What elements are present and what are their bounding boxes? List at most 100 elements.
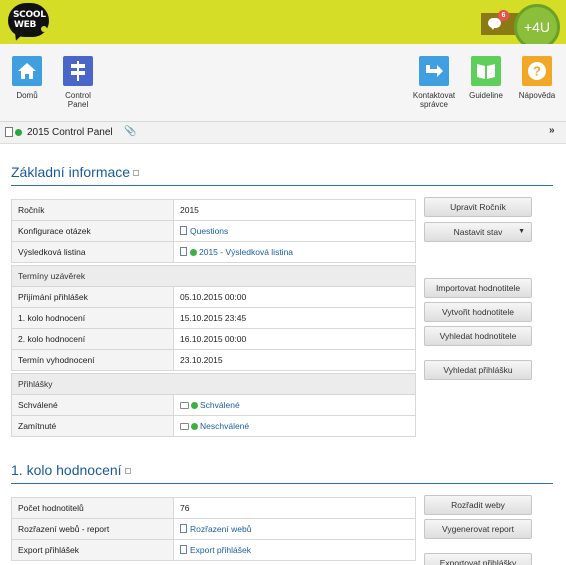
- row-label: Export přihlášek: [11, 539, 174, 561]
- table-row: Konfigurace otázek Questions: [11, 220, 416, 242]
- edit-year-button[interactable]: Upravit Ročník: [424, 197, 532, 217]
- basic-info-table: Ročník 2015 Konfigurace otázek Questions…: [11, 199, 416, 263]
- scoolweb-logo[interactable]: SCOOL WEB: [8, 3, 49, 43]
- toolbar-control-panel-label: Control Panel: [65, 91, 91, 109]
- row-value: 23.10.2015: [173, 349, 416, 371]
- section-round1-title: 1. kolo hodnocení: [11, 462, 131, 478]
- status-green-icon: [191, 423, 198, 430]
- row-value: 76: [173, 497, 416, 519]
- document-icon: [180, 247, 187, 256]
- status-green-icon: [190, 249, 197, 256]
- toolbar-help-label: Nápověda: [518, 91, 556, 100]
- import-evaluators-button[interactable]: Importovat hodnotitele: [424, 278, 532, 298]
- rejected-link[interactable]: Neschválené: [200, 421, 249, 431]
- section-divider: [11, 483, 553, 484]
- row-label: Schválené: [11, 394, 174, 416]
- page-title: 2015 Control Panel: [27, 127, 113, 138]
- section-divider: [11, 185, 553, 186]
- table-row: Ročník 2015: [11, 199, 416, 221]
- toolbar: Domů Control Panel Kontaktovat správce G…: [0, 44, 566, 122]
- toolbar-control-panel[interactable]: Control Panel: [48, 56, 108, 109]
- toolbar-help[interactable]: ? Nápověda: [507, 56, 566, 100]
- set-state-label: Nastavit stav: [453, 227, 503, 237]
- toolbar-contact-admin[interactable]: Kontaktovat správce: [404, 56, 464, 109]
- table-row: 2. kolo hodnocení 16.10.2015 00:00: [11, 328, 416, 350]
- logo-text-line1: SCOOL: [13, 10, 46, 20]
- table-row: Rozřazení webů - report Rozřazení webů: [11, 518, 416, 540]
- group-label: Přihlášky: [11, 373, 416, 395]
- row-label: Ročník: [11, 199, 174, 221]
- applications-table: Přihlášky Schválené Schválené Zamítnuté …: [11, 373, 416, 437]
- status-green-icon: [15, 129, 22, 136]
- results-list-link[interactable]: 2015 - Výsledková listina: [199, 247, 293, 257]
- row-label: Zamítnuté: [11, 415, 174, 437]
- set-state-button[interactable]: Nastavit stav ▼: [424, 222, 532, 242]
- export-applications-link[interactable]: Export přihlášek: [190, 545, 251, 555]
- question-icon: ?: [522, 56, 552, 86]
- row-value: 16.10.2015 00:00: [173, 328, 416, 350]
- table-row: Zamítnuté Neschválené: [11, 415, 416, 437]
- home-icon: [12, 56, 42, 86]
- group-label: Termíny uzávěrek: [11, 265, 416, 287]
- signpost-icon: [63, 56, 93, 86]
- section-basic-info-title-text: Základní informace: [11, 164, 131, 180]
- arrow-right-icon: [419, 56, 449, 86]
- status-green-icon: [191, 402, 198, 409]
- row-label: Přijímání přihlášek: [11, 286, 174, 308]
- document-icon: [5, 127, 13, 137]
- deadlines-table: Termíny uzávěrek Přijímání přihlášek 05.…: [11, 265, 416, 371]
- row-value: 2015 - Výsledková listina: [173, 241, 416, 263]
- section-toggle-icon[interactable]: [124, 468, 131, 475]
- row-label: Počet hodnotitelů: [11, 497, 174, 519]
- row-label: 2. kolo hodnocení: [11, 328, 174, 350]
- round1-table: Počet hodnotitelů 76 Rozřazení webů - re…: [11, 497, 416, 561]
- row-label: Konfigurace otázek: [11, 220, 174, 242]
- export-applications-button[interactable]: Exportovat přihlášky: [424, 553, 532, 565]
- message-count-badge: 6: [498, 10, 509, 21]
- row-value: Schválené: [173, 394, 416, 416]
- chevron-double-down-icon[interactable]: »: [549, 125, 555, 136]
- section-round1-title-text: 1. kolo hodnocení: [11, 462, 122, 478]
- table-row: Počet hodnotitelů 76: [11, 497, 416, 519]
- toolbar-contact-admin-label: Kontaktovat správce: [412, 91, 456, 109]
- table-row: Výsledková listina 2015 - Výsledková lis…: [11, 241, 416, 263]
- document-icon: [180, 545, 187, 554]
- generate-report-button[interactable]: Vygenerovat report: [424, 519, 532, 539]
- row-value: Questions: [173, 220, 416, 242]
- find-application-button[interactable]: Vyhledat přihlášku: [424, 360, 532, 380]
- row-value: Export přihlášek: [173, 539, 416, 561]
- caret-down-icon: ▼: [518, 228, 525, 235]
- find-evaluator-button[interactable]: Vyhledat hodnotitele: [424, 326, 532, 346]
- folder-icon: [180, 423, 189, 430]
- logo-text-line2: WEB: [14, 20, 37, 30]
- document-icon: [180, 226, 187, 235]
- table-group-header: Přihlášky: [11, 373, 416, 395]
- table-group-header: Termíny uzávěrek: [11, 265, 416, 287]
- book-icon: [471, 56, 501, 86]
- top-bar: SCOOL WEB 6 +4U: [0, 0, 566, 50]
- row-label: Rozřazení webů - report: [11, 518, 174, 540]
- web-assignment-link[interactable]: Rozřazení webů: [190, 524, 251, 534]
- logo-dot: [41, 26, 47, 32]
- create-evaluator-button[interactable]: Vytvořit hodnotitele: [424, 302, 532, 322]
- breadcrumb: 2015 Control Panel 📎 »: [0, 122, 566, 144]
- folder-icon: [180, 402, 189, 409]
- document-icon: [180, 524, 187, 533]
- approved-link[interactable]: Schválené: [200, 400, 240, 410]
- row-value: 15.10.2015 23:45: [173, 307, 416, 329]
- svg-text:?: ?: [533, 64, 541, 79]
- assign-webs-button[interactable]: Rozřadit weby: [424, 495, 532, 515]
- paperclip-icon[interactable]: 📎: [124, 126, 136, 137]
- table-row: Schválené Schválené: [11, 394, 416, 416]
- row-value: 05.10.2015 00:00: [173, 286, 416, 308]
- table-row: Export přihlášek Export přihlášek: [11, 539, 416, 561]
- table-row: Termín vyhodnocení 23.10.2015: [11, 349, 416, 371]
- section-toggle-icon[interactable]: [133, 170, 140, 177]
- row-label: Termín vyhodnocení: [11, 349, 174, 371]
- row-value: 2015: [173, 199, 416, 221]
- row-value: Rozřazení webů: [173, 518, 416, 540]
- row-label: 1. kolo hodnocení: [11, 307, 174, 329]
- questions-link[interactable]: Questions: [190, 226, 228, 236]
- row-label: Výsledková listina: [11, 241, 174, 263]
- row-value: Neschválené: [173, 415, 416, 437]
